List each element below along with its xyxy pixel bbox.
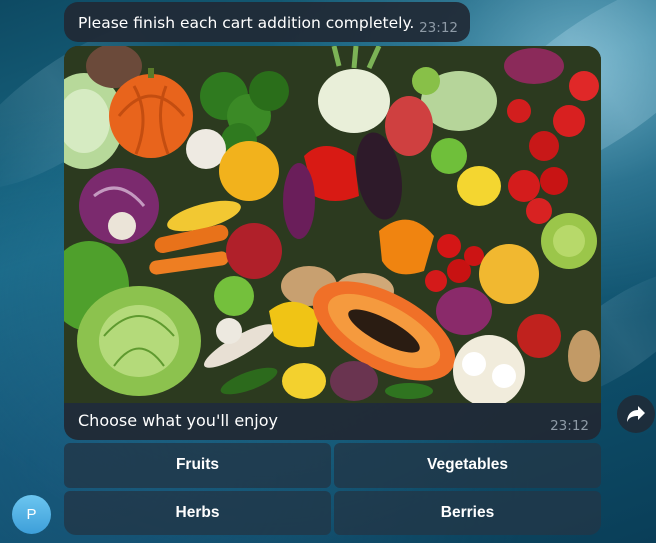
avatar[interactable]: P bbox=[12, 495, 51, 534]
fruits-button[interactable]: Fruits bbox=[64, 443, 331, 488]
berries-button[interactable]: Berries bbox=[334, 490, 601, 535]
vegetables-button[interactable]: Vegetables bbox=[334, 443, 601, 488]
inline-keyboard: Fruits Vegetables Herbs Berries bbox=[64, 443, 601, 535]
share-button[interactable] bbox=[617, 395, 655, 433]
vegetables-photo[interactable] bbox=[64, 46, 601, 403]
media-caption: Choose what you'll enjoy bbox=[78, 411, 279, 430]
message-time: 23:12 bbox=[550, 418, 589, 434]
message-time: 23:12 bbox=[419, 20, 458, 36]
herbs-button[interactable]: Herbs bbox=[64, 490, 331, 535]
media-message-bubble: Choose what you'll enjoy 23:12 bbox=[64, 46, 601, 440]
message-text: Please finish each cart addition complet… bbox=[78, 14, 415, 32]
share-arrow-icon bbox=[627, 406, 645, 422]
message-bubble: Please finish each cart addition complet… bbox=[64, 2, 470, 42]
